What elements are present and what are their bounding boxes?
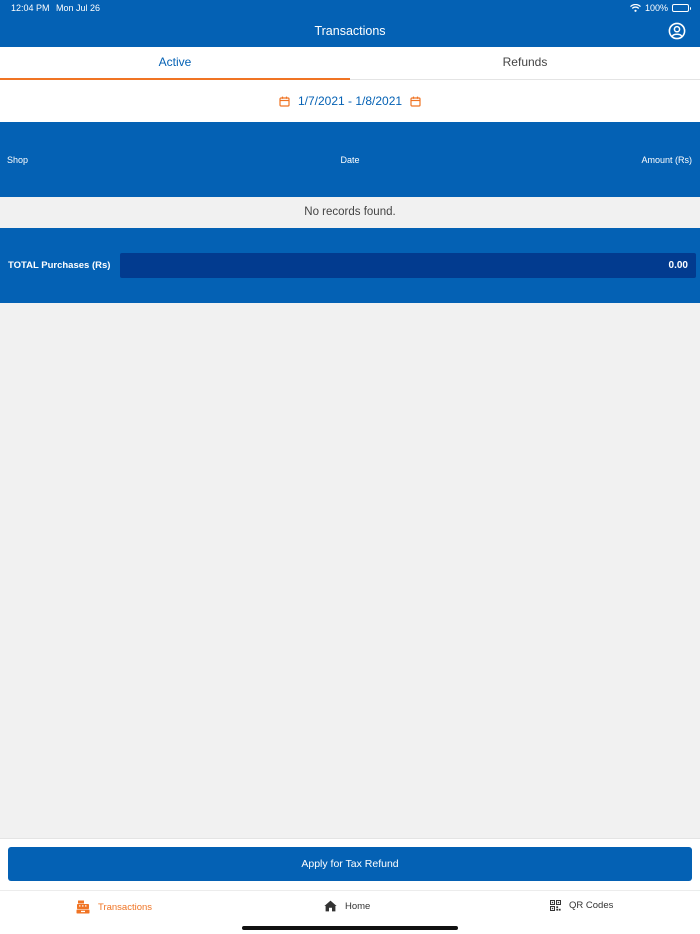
tabbar-item-home[interactable]: Home	[324, 900, 370, 912]
calendar-icon[interactable]	[279, 96, 290, 107]
status-bar: 12:04 PM Mon Jul 26 100%	[0, 0, 700, 16]
tabbar-item-transactions[interactable]: Transactions	[76, 900, 152, 914]
total-label: TOTAL Purchases (Rs)	[8, 260, 111, 271]
apply-tax-refund-button[interactable]: Apply for Tax Refund	[8, 847, 692, 881]
date-filter[interactable]: 1/7/2021 - 1/8/2021	[0, 80, 700, 122]
segment-tabs: Active Refunds	[0, 47, 700, 80]
tabbar-label-qr-codes: QR Codes	[569, 900, 614, 911]
tabbar-item-qr-codes[interactable]: QR Codes	[550, 900, 613, 911]
total-value: 0.00	[120, 253, 696, 278]
calendar-icon[interactable]	[410, 96, 421, 107]
footer: Apply for Tax Refund Transactions Home Q…	[0, 838, 700, 934]
home-icon	[324, 900, 337, 912]
user-circle-icon[interactable]	[668, 22, 686, 40]
date-range-label[interactable]: 1/7/2021 - 1/8/2021	[298, 94, 402, 108]
cash-register-icon	[76, 900, 90, 914]
tabbar-label-transactions: Transactions	[98, 901, 153, 913]
status-date: Mon Jul 26	[56, 3, 101, 13]
empty-state-message: No records found.	[0, 197, 700, 228]
qr-code-icon	[550, 900, 561, 911]
battery-icon	[672, 4, 691, 12]
column-header-amount: Amount (Rs)	[641, 155, 692, 165]
column-header-date: Date	[340, 155, 360, 165]
status-indicators: 100%	[630, 3, 691, 13]
battery-percent: 100%	[644, 3, 668, 13]
table-header: Shop Date Amount (Rs)	[0, 122, 700, 197]
tab-bar-divider	[0, 890, 700, 891]
status-time: 12:04 PM	[11, 3, 50, 13]
totals-bar: TOTAL Purchases (Rs) 0.00	[0, 228, 700, 303]
tabbar-label-home: Home	[345, 900, 371, 912]
tab-refunds[interactable]: Refunds	[350, 47, 700, 80]
tab-active[interactable]: Active	[0, 47, 350, 80]
nav-bar: Transactions	[0, 16, 700, 47]
wifi-icon	[630, 4, 641, 12]
page-title: Transactions	[314, 24, 386, 38]
home-indicator	[242, 926, 458, 930]
